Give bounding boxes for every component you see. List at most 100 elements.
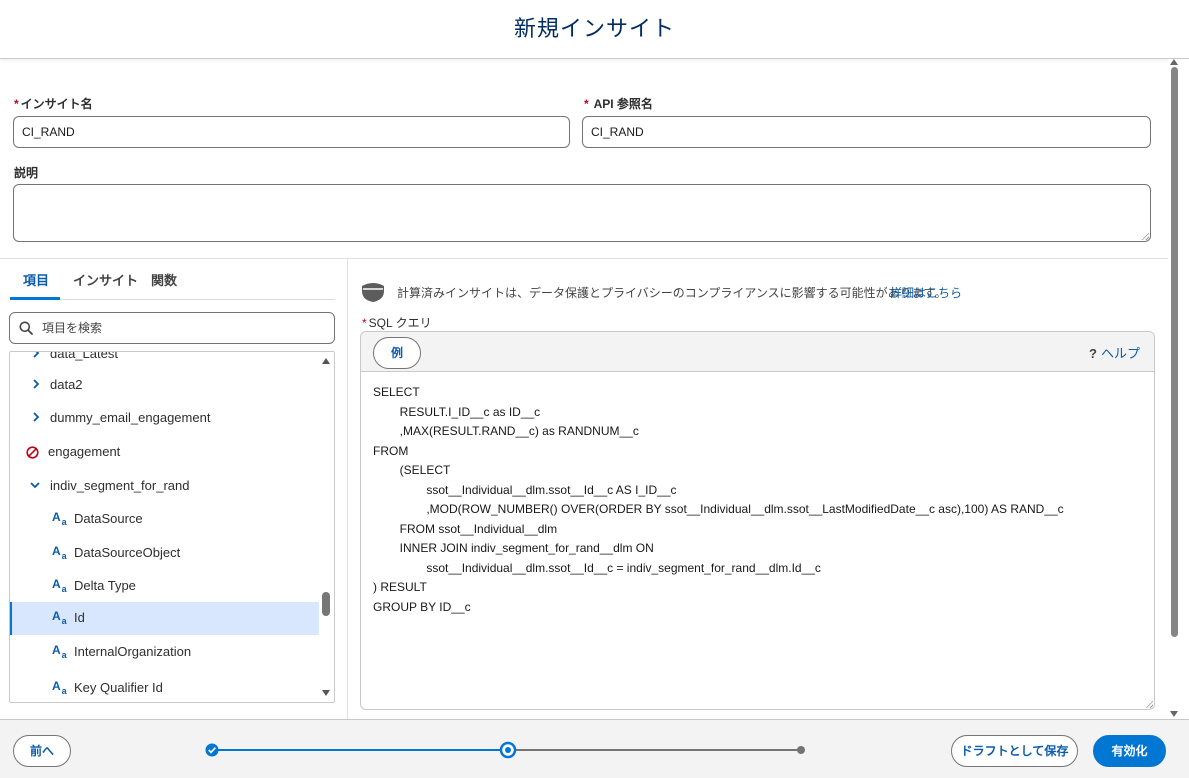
text-field-glyph: A: [52, 544, 61, 558]
text-field-glyph: A: [52, 510, 61, 524]
required-mark: *: [584, 97, 589, 111]
search-icon: [19, 321, 33, 335]
ban-icon: [26, 446, 39, 459]
tree-item[interactable]: Aa DataSource: [10, 503, 319, 536]
modal-title: 新規インサイト: [513, 16, 675, 41]
api-name-input[interactable]: CI_RAND: [582, 116, 1151, 148]
progress-step-complete-icon[interactable]: [205, 743, 219, 757]
chevron-right-icon: [33, 379, 40, 389]
notice-text: 計算済みインサイトは、データ保護とプライバシーのコンプライアンスに影響する可能性…: [397, 286, 947, 300]
api-name-label-text: API 参照名: [593, 97, 653, 111]
page-scrollbar[interactable]: [1168, 59, 1189, 719]
text-field-glyph-sub: a: [61, 517, 67, 527]
resize-grip-icon[interactable]: [1145, 700, 1153, 708]
tree-item-label: dummy_email_engagement: [50, 410, 211, 425]
insight-name-label: * インサイト名: [14, 95, 93, 112]
text-field-icon: Aa: [52, 609, 67, 626]
sql-toolbar: 例 ? ヘルプ: [361, 332, 1154, 372]
text-field-icon: Aa: [52, 510, 67, 527]
progress-step-pending[interactable]: [797, 746, 805, 754]
tree-item-label: Delta Type: [74, 578, 136, 593]
description-textarea[interactable]: [13, 184, 1151, 242]
text-field-glyph-sub: a: [61, 616, 67, 626]
tree-item-label: Id: [74, 610, 85, 625]
back-button[interactable]: 前へ: [13, 735, 71, 767]
tab-functions[interactable]: 関数: [149, 270, 179, 289]
tree-scrollbar[interactable]: [318, 352, 334, 702]
text-field-icon: Aa: [52, 643, 67, 660]
tree-item[interactable]: dummy_email_engagement: [10, 402, 319, 435]
tree-item-label: indiv_segment_for_rand: [50, 478, 190, 493]
search-input[interactable]: [42, 318, 322, 338]
text-field-glyph: A: [52, 643, 61, 657]
text-field-glyph: A: [52, 609, 61, 623]
field-tree: data_Latest data2 dummy_email_engagement…: [9, 351, 335, 703]
api-name-label: * API 参照名: [584, 95, 653, 112]
text-field-glyph-sub: a: [61, 584, 67, 594]
description-label: 説明: [14, 166, 39, 180]
modal-header: 新規インサイト: [0, 0, 1189, 59]
tree-item[interactable]: Aa Key Qualifier Id: [10, 672, 319, 702]
tree-item[interactable]: Aa InternalOrganization: [10, 636, 319, 669]
tab-insights[interactable]: インサイト: [71, 270, 140, 289]
tree-item-label: data2: [50, 377, 83, 392]
text-field-icon: Aa: [52, 577, 67, 594]
tree-item[interactable]: Aa DataSourceObject: [10, 537, 319, 570]
activate-button[interactable]: 有効化: [1093, 735, 1166, 767]
learn-more-link[interactable]: 詳細はこちら: [890, 284, 962, 301]
tree-item[interactable]: data2: [10, 369, 319, 402]
tree-item-label: DataSourceObject: [74, 545, 181, 560]
panel-divider: [347, 259, 348, 719]
tree-item-label: engagement: [48, 444, 121, 459]
tree-item[interactable]: indiv_segment_for_rand: [10, 470, 319, 503]
sql-query-label-text: SQL クエリ: [368, 316, 432, 330]
progress-indicator: [205, 741, 805, 759]
shield-icon: [362, 283, 384, 302]
tree-item-selected[interactable]: Aa Id: [10, 602, 319, 635]
text-field-icon: Aa: [52, 544, 67, 561]
active-tab-indicator: [10, 297, 60, 300]
tree-item-label: InternalOrganization: [74, 644, 192, 659]
resize-grip-icon[interactable]: [1141, 232, 1149, 240]
tree-item[interactable]: data_Latest: [10, 351, 319, 371]
tree-item-label: DataSource: [74, 511, 143, 526]
help-icon: ?: [1089, 346, 1097, 361]
chevron-right-icon: [33, 412, 40, 422]
tree-item-label: Key Qualifier Id: [74, 680, 163, 695]
insight-name-label-text: インサイト名: [20, 97, 93, 111]
scroll-up-icon[interactable]: [1170, 59, 1178, 65]
sql-query-label: * SQL クエリ: [362, 314, 432, 331]
help-link[interactable]: ? ヘルプ: [1089, 343, 1140, 362]
tree-scroll-thumb[interactable]: [322, 592, 330, 616]
page-scroll-thumb[interactable]: [1171, 67, 1178, 637]
scroll-down-icon[interactable]: [1170, 711, 1178, 717]
field-search-box[interactable]: [9, 312, 335, 344]
scroll-up-icon[interactable]: [322, 358, 330, 364]
progress-step-current[interactable]: [499, 741, 517, 759]
modal-footer: 前へ ドラフトとして保存 有効化: [0, 719, 1189, 778]
field-tabs: 項目 インサイト 関数: [10, 262, 335, 300]
insight-name-input[interactable]: CI_RAND: [13, 116, 570, 148]
save-draft-button[interactable]: ドラフトとして保存: [951, 735, 1078, 767]
new-insight-modal: 新規インサイト * インサイト名 CI_RAND * API 参照名 CI_RAN…: [0, 0, 1189, 778]
tree-item[interactable]: Aa Delta Type: [10, 570, 319, 603]
tree-item[interactable]: engagement: [10, 436, 319, 469]
text-field-glyph: A: [52, 577, 61, 591]
chevron-down-icon: [30, 482, 40, 489]
text-field-glyph-sub: a: [61, 551, 67, 561]
sql-editor[interactable]: 例 ? ヘルプ SELECT RESULT.I_ID__c as ID__c ,M…: [360, 331, 1155, 710]
tree-item-label: data_Latest: [50, 351, 118, 361]
text-field-glyph-sub: a: [61, 650, 67, 660]
required-mark: *: [14, 97, 19, 111]
chevron-right-icon: [33, 352, 40, 358]
required-mark: *: [362, 316, 367, 330]
example-button[interactable]: 例: [373, 337, 421, 369]
text-field-icon: Aa: [52, 679, 67, 696]
section-divider: [0, 258, 1168, 259]
text-field-glyph-sub: a: [61, 686, 67, 696]
tab-fields[interactable]: 項目: [21, 270, 51, 289]
scroll-down-icon[interactable]: [322, 690, 330, 696]
sql-code-text[interactable]: SELECT RESULT.I_ID__c as ID__c ,MAX(RESU…: [373, 383, 1064, 617]
help-label: ヘルプ: [1100, 346, 1140, 361]
text-field-glyph: A: [52, 679, 61, 693]
